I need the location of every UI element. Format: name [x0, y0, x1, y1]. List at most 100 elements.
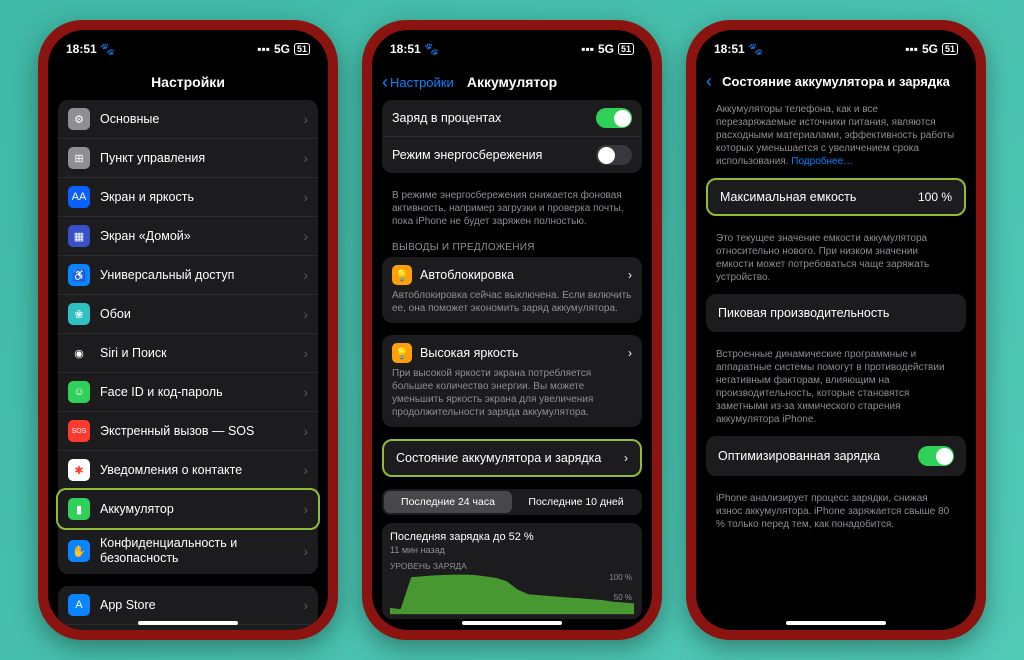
toggle-low-power[interactable]: [596, 145, 632, 165]
notch: [457, 30, 567, 54]
toggle-optimized-charging[interactable]: [918, 446, 954, 466]
control-icon: ⊞: [68, 147, 90, 169]
opt-desc: iPhone анализирует процесс зарядки, сниж…: [706, 488, 966, 541]
chevron-right-icon: ›: [303, 501, 308, 517]
settings-row-wallpaper[interactable]: ❀Обои›: [58, 295, 318, 334]
chevron-right-icon: ›: [624, 451, 628, 465]
row-label: Оптимизированная зарядка: [718, 449, 918, 463]
exposure-icon: ✱: [68, 459, 90, 481]
settings-row-accessibility[interactable]: ♿Универсальный доступ›: [58, 256, 318, 295]
settings-row-sos[interactable]: SOSЭкстренный вызов — SOS›: [58, 412, 318, 451]
header: ‹ Состояние аккумулятора и зарядка: [696, 68, 976, 99]
peak-performance-row[interactable]: Пиковая производительность: [706, 294, 966, 332]
row-label: Siri и Поиск: [100, 346, 303, 361]
status-time: 18:51 🐾: [390, 42, 439, 56]
header: ‹Настройки Аккумулятор: [372, 68, 652, 100]
settings-row-privacy[interactable]: ✋ Конфиденциальность и безопасность›: [58, 528, 318, 574]
segment-10d[interactable]: Последние 10 дней: [512, 491, 640, 513]
settings-row-siri[interactable]: ◉ Siri и Поиск›: [58, 334, 318, 373]
settings-list[interactable]: ⚙Основные› ⊞ Пункт управления › AA Экран и яр…: [48, 100, 328, 630]
settings-row-battery[interactable]: ▮Аккумулятор›: [56, 488, 320, 530]
home-indicator[interactable]: [138, 621, 238, 625]
battery-icon: 51: [294, 43, 310, 55]
time-segment[interactable]: Последние 24 часа Последние 10 дней: [382, 489, 642, 515]
row-label: Универсальный доступ: [100, 268, 303, 283]
back-label: Настройки: [390, 75, 454, 90]
chevron-left-icon: ‹: [706, 71, 712, 92]
lightbulb-icon: 💡: [392, 265, 412, 285]
accessibility-icon: ♿: [68, 264, 90, 286]
battery-icon: 51: [618, 43, 634, 55]
appstore-icon: A: [68, 594, 90, 616]
battery-health-row[interactable]: Состояние аккумулятора и зарядка ›: [382, 439, 642, 477]
signal-icon: ▪▪▪: [581, 42, 594, 56]
home-indicator[interactable]: [786, 621, 886, 625]
intro-text: Аккумуляторы телефона, как и все перезар…: [706, 99, 966, 178]
home-indicator[interactable]: [462, 621, 562, 625]
chart-title: Последняя зарядка до 52 %: [390, 531, 634, 543]
row-label: Пункт управления: [100, 151, 303, 166]
insight-title: Автоблокировка: [420, 268, 628, 282]
phone-battery-health: 18:51 🐾 ▪▪▪ 5G 51 ‹ Состояние аккумулято…: [686, 20, 986, 640]
chevron-right-icon: ›: [303, 345, 308, 361]
insight-autolock[interactable]: 💡 Автоблокировка › Автоблокировка сейчас…: [382, 257, 642, 323]
status-right: ▪▪▪ 5G 51: [905, 42, 958, 56]
display-icon: AA: [68, 186, 90, 208]
battery-icon: 51: [942, 43, 958, 55]
network-label: 5G: [598, 42, 614, 56]
settings-row-wallet[interactable]: ▭Wallet и Apple Pay›: [58, 625, 318, 630]
chart-block: Последняя зарядка до 52 % 11 мин назад У…: [382, 523, 642, 619]
max-capacity-value: 100 %: [918, 190, 952, 204]
settings-row-control[interactable]: ⊞Пункт управления›: [58, 139, 318, 178]
settings-row-appstore[interactable]: A App Store›: [58, 586, 318, 625]
status-time: 18:51 🐾: [714, 42, 763, 56]
settings-row-exposure[interactable]: ✱Уведомления о контакте›: [58, 451, 318, 490]
insight-brightness[interactable]: 💡 Высокая яркость › При высокой яркости …: [382, 335, 642, 427]
row-label: Режим энергосбережения: [392, 148, 596, 163]
status-right: ▪▪▪ 5G 51: [257, 42, 310, 56]
optimized-charging-row[interactable]: Оптимизированная зарядка: [706, 436, 966, 476]
back-button[interactable]: ‹: [706, 71, 714, 92]
settings-row-home[interactable]: ▦Экран «Домой»›: [58, 217, 318, 256]
low-power-row[interactable]: Режим энергосбережения: [382, 137, 642, 173]
chevron-right-icon: ›: [303, 423, 308, 439]
max-cap-desc: Это текущее значение емкости аккумулятор…: [706, 228, 966, 294]
chart-level-label: УРОВЕНЬ ЗАРЯДА: [390, 561, 634, 571]
row-label: Максимальная емкость: [720, 190, 918, 204]
row-label: Заряд в процентах: [392, 111, 596, 126]
toggle-battery-percent[interactable]: [596, 108, 632, 128]
low-power-desc: В режиме энергосбережения снижается фоно…: [382, 185, 642, 238]
health-content[interactable]: Аккумуляторы телефона, как и все перезар…: [696, 99, 976, 630]
siri-icon: ◉: [68, 342, 90, 364]
row-label: Экстренный вызов — SOS: [100, 424, 303, 439]
row-label: Состояние аккумулятора и зарядка: [396, 451, 624, 465]
chevron-right-icon: ›: [628, 268, 632, 282]
row-label: Экран и яркость: [100, 190, 303, 205]
chevron-right-icon: ›: [303, 228, 308, 244]
row-label: Face ID и код-пароль: [100, 385, 303, 400]
battery-percent-row[interactable]: Заряд в процентах: [382, 100, 642, 137]
learn-more-link[interactable]: Подробнее…: [791, 156, 853, 167]
network-label: 5G: [922, 42, 938, 56]
insight-desc: Автоблокировка сейчас выключена. Если вк…: [392, 289, 632, 315]
settings-row-general[interactable]: ⚙Основные›: [58, 100, 318, 139]
row-label: Конфиденциальность и безопасность: [100, 536, 303, 566]
insight-desc: При высокой яркости экрана потребляется …: [392, 367, 632, 419]
row-label: Уведомления о контакте: [100, 463, 303, 478]
privacy-icon: ✋: [68, 540, 90, 562]
battery-chart: 100 % 50 %: [390, 573, 634, 615]
max-capacity-row[interactable]: Максимальная емкость 100 %: [706, 178, 966, 216]
chevron-right-icon: ›: [628, 346, 632, 360]
settings-row-display[interactable]: AAЭкран и яркость›: [58, 178, 318, 217]
chevron-right-icon: ›: [303, 597, 308, 613]
battery-content[interactable]: Заряд в процентах Режим энергосбережения…: [372, 100, 652, 630]
row-label: App Store: [100, 598, 303, 613]
phone-settings: 18:51 🐾 ▪▪▪ 5G 51 Настройки ⚙Основные›⊞П…: [38, 20, 338, 640]
settings-row-faceid[interactable]: ☺Face ID и код-пароль›: [58, 373, 318, 412]
row-label: Основные: [100, 112, 303, 127]
segment-24h[interactable]: Последние 24 часа: [384, 491, 512, 513]
row-label: Экран «Домой»: [100, 229, 303, 244]
header: Настройки: [48, 68, 328, 100]
back-button[interactable]: ‹Настройки: [382, 72, 454, 93]
chevron-right-icon: ›: [303, 543, 308, 559]
